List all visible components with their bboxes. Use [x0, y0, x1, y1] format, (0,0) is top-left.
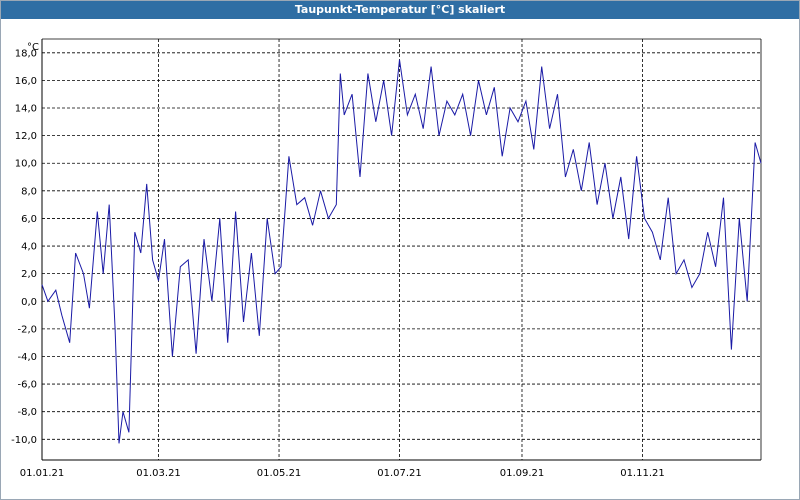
y-tick-label: 4,0 — [21, 242, 37, 253]
series — [41, 59, 762, 444]
x-tick-label: 01.03.21 — [136, 468, 181, 479]
y-tick-labels: -10,0 -8,0 -6,0 -4,0 -2,0 0,0 2,0 4,0 6,0 8,0 10,0… — [11, 48, 37, 445]
chart: °C -10,0-8,0-6,0-4,0-2,00,02,04,06,08,01… — [11, 38, 762, 479]
y-tick-label: 14,0 — [15, 104, 37, 115]
y-tick-label: 18,0 — [15, 48, 37, 59]
x-tick-label: 01.07.21 — [377, 468, 422, 479]
y-tick-label: -10,0 — [11, 435, 37, 446]
x-tick-label: 01.09.21 — [500, 468, 545, 479]
chart-window: Taupunkt-Temperatur [°C] skaliert °C -10… — [0, 0, 800, 500]
y-tick-label: 2,0 — [21, 269, 37, 280]
window-title: Taupunkt-Temperatur [°C] skaliert — [1, 1, 799, 19]
y-tick-label: -4,0 — [17, 352, 37, 363]
x-tick-label: 01.11.21 — [620, 468, 665, 479]
y-tick-label: 16,0 — [15, 76, 37, 87]
y-tick-label: 8,0 — [21, 186, 37, 197]
x-tick-label: 01.01.21 — [20, 468, 65, 479]
series-line — [41, 59, 762, 444]
y-tick-label: -8,0 — [17, 407, 37, 418]
grid — [41, 39, 761, 460]
x-tick-labels: 01.01.21 01.03.21 01.05.21 01.07.21 01.09.21… — [20, 468, 665, 479]
y-tick-label: 0,0 — [21, 297, 37, 308]
y-tick-label: -6,0 — [17, 380, 37, 391]
axes — [41, 38, 762, 461]
x-tick-label: 01.05.21 — [257, 468, 302, 479]
y-tick-label: 6,0 — [21, 214, 37, 225]
y-tick-label: -2,0 — [17, 324, 37, 335]
y-tick-label: 10,0 — [15, 159, 37, 170]
y-tick-label: 12,0 — [15, 131, 37, 142]
